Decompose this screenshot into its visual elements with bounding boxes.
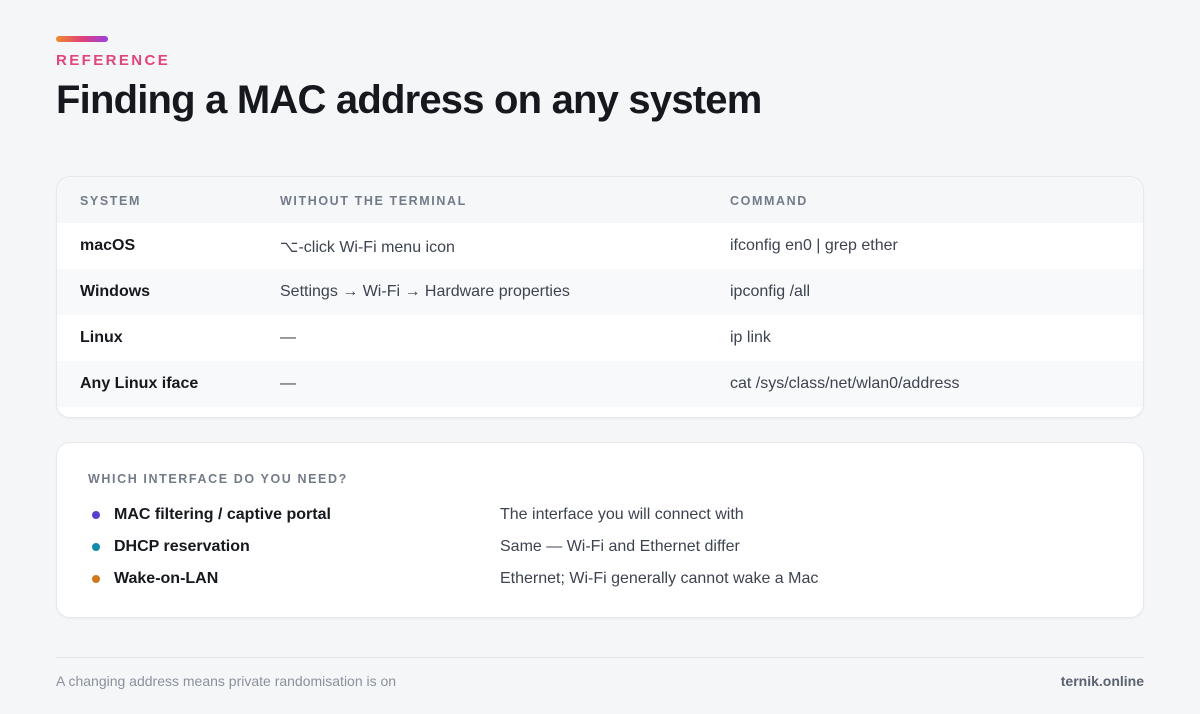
cell-command: ipconfig /all [730,283,811,300]
bullet-dot-icon [92,543,100,551]
cell-command: ifconfig en0 | grep ether [730,237,898,254]
cell-system: macOS [80,237,136,254]
legend-label: DHCP reservation [114,538,250,555]
cell-system: Any Linux iface [80,375,199,392]
table-row: macOS ⌥-click Wi-Fi menu icon ifconfig e… [57,223,1143,269]
legend-label: Wake-on-LAN [114,570,219,587]
cell-system: Windows [80,283,151,300]
interface-legend: WHICH INTERFACE DO YOU NEED? MAC filteri… [56,442,1144,618]
cell-gui: ⌥-click Wi-Fi menu icon [280,239,455,256]
cell-system: Linux [80,329,123,346]
footer-divider [56,657,1144,658]
table-row: Windows Settings → Wi-Fi → Hardware prop… [57,269,1143,315]
bullet-dot-icon [92,575,100,583]
column-header-command: COMMAND [730,194,808,208]
cell-command: ip link [730,329,771,346]
legend-description: Ethernet; Wi-Fi generally cannot wake a … [500,570,819,587]
footer-note: A changing address means private randomi… [56,673,397,689]
legend-title: WHICH INTERFACE DO YOU NEED? [88,472,348,486]
reference-table: SYSTEM WITHOUT THE TERMINAL COMMAND macO… [56,176,1144,418]
legend-description: The interface you will connect with [500,506,744,523]
legend-description: Same — Wi-Fi and Ethernet differ [500,538,740,555]
bullet-dot-icon [92,511,100,519]
table-header: SYSTEM WITHOUT THE TERMINAL COMMAND [57,177,1143,223]
brand-link[interactable]: ternik.online [1061,673,1144,689]
legend-item: MAC filtering / captive portal The inter… [57,504,1143,528]
legend-item: DHCP reservation Same — Wi-Fi and Ethern… [57,536,1143,560]
cell-gui: Settings → Wi-Fi → Hardware properties [280,283,570,300]
column-header-system: SYSTEM [80,194,141,208]
column-header-gui: WITHOUT THE TERMINAL [280,194,467,208]
cell-gui: — [280,375,296,392]
table-row: Linux — ip link [57,315,1143,361]
legend-label: MAC filtering / captive portal [114,506,331,523]
cell-command: cat /sys/class/net/wlan0/address [730,375,960,392]
accent-bar [56,36,108,42]
cell-gui: — [280,329,296,346]
table-row: Any Linux iface — cat /sys/class/net/wla… [57,361,1143,407]
legend-item: Wake-on-LAN Ethernet; Wi-Fi generally ca… [57,568,1143,592]
page-title: Finding a MAC address on any system [56,78,762,122]
eyebrow-label: REFERENCE [56,52,171,69]
